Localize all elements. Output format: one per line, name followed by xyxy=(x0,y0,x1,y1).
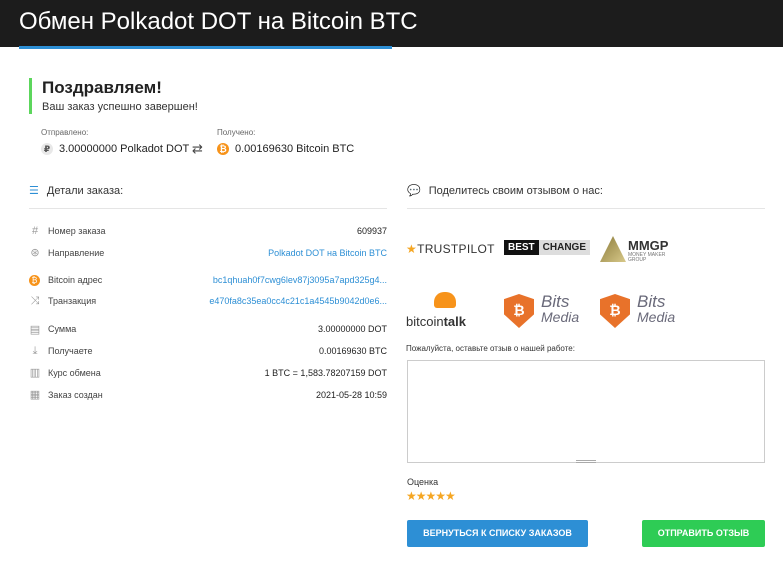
details-divider xyxy=(29,208,387,209)
row-label-bitcoin-address: Bitcoin адрес xyxy=(48,275,103,285)
success-banner: Поздравляем! Ваш заказ успешно завершен! xyxy=(29,78,198,114)
row-value-rate: 1 BTC = 1,583.78207159 DOT xyxy=(264,368,387,378)
money-icon: ▤ xyxy=(29,324,41,336)
rating-label: Оценка xyxy=(407,477,439,487)
bitcoin-icon: ₿ xyxy=(217,143,229,155)
row-value-bitcoin-address[interactable]: bc1qhuah0f7cwg6lev87j3095a7apd325g4... xyxy=(213,275,387,285)
received-label: Получено: xyxy=(217,128,256,137)
calendar-icon: ▦ xyxy=(29,389,41,401)
share-divider xyxy=(407,208,765,209)
trustpilot-star-icon: ★ xyxy=(406,242,418,256)
bitcointalk-cloud-icon xyxy=(434,292,456,308)
mmgp-label: MMGP xyxy=(628,238,669,253)
row-label-transaction: Транзакция xyxy=(48,296,97,306)
bitsmedia-shield-icon: ₿ xyxy=(504,294,534,328)
details-heading: ☰ Детали заказа: xyxy=(29,184,123,197)
success-heading: Поздравляем! xyxy=(42,78,162,97)
title-bar: Обмен Polkadot DOT на Bitcoin BTC xyxy=(0,0,783,47)
active-tab-indicator xyxy=(19,46,392,49)
chart-icon: ▥ xyxy=(29,367,41,379)
mmgp-sublabel: MONEY MAKER GROUP xyxy=(628,252,666,263)
received-value: 0.00169630 Bitcoin BTC xyxy=(235,143,355,155)
page-title: Обмен Polkadot DOT на Bitcoin BTC xyxy=(19,8,418,35)
trustpilot-logo[interactable]: ★TRUSTPILOT xyxy=(406,242,495,256)
bitsmedia-label-2: Media xyxy=(541,309,580,325)
bitsmedia-label-2: Media xyxy=(637,309,676,325)
send-review-button[interactable]: ОТПРАВИТЬ ОТЗЫВ xyxy=(642,520,765,547)
row-label-rate: Курс обмена xyxy=(48,368,101,378)
row-value-order-number: 609937 xyxy=(356,226,387,236)
row-label-direction: Направление xyxy=(48,248,105,258)
bitcoin-icon: ₿ xyxy=(29,275,40,286)
shuffle-icon: ⤨ xyxy=(30,295,40,307)
bitsmedia-shield-icon: ₿ xyxy=(600,294,630,328)
comment-icon: 💬 xyxy=(407,185,421,197)
share-title: Поделитесь своим отзывом о нас: xyxy=(428,185,603,197)
bitcointalk-label-2: talk xyxy=(443,314,466,329)
bitsmedia-logo[interactable]: ₿ Bits Media xyxy=(504,292,584,332)
feedback-label: Пожалуйста, оставьте отзыв о нашей работ… xyxy=(406,344,575,353)
row-label-created: Заказ создан xyxy=(48,390,103,400)
bitcointalk-logo[interactable]: bitcointalk xyxy=(406,292,486,332)
row-value-receive: 0.00169630 BTC xyxy=(318,346,387,356)
bitsmedia-logo-2[interactable]: ₿ Bits Media xyxy=(600,292,680,332)
bitcointalk-wordmark: bitcointalk xyxy=(406,314,466,329)
details-title: Детали заказа: xyxy=(46,185,124,197)
feedback-textarea[interactable] xyxy=(407,360,765,463)
bestchange-label-2: CHANGE xyxy=(538,240,591,255)
share-heading: 💬 Поделитесь своим отзывом о нас: xyxy=(407,184,603,197)
sent-label: Отправлено: xyxy=(41,128,89,137)
resize-grip-icon[interactable] xyxy=(576,460,596,463)
bestchange-label-1: BEST xyxy=(504,240,539,255)
list-icon: ☰ xyxy=(29,185,39,197)
download-icon: ⤓ xyxy=(32,345,38,357)
success-message: Ваш заказ успешно завершен! xyxy=(42,101,198,113)
row-value-direction[interactable]: Polkadot DOT на Bitcoin BTC xyxy=(268,248,387,258)
row-value-transaction[interactable]: e470fa8c35ea0cc4c21c1a4545b9042d0e6... xyxy=(209,296,387,306)
bestchange-logo[interactable]: BEST CHANGE xyxy=(504,240,591,255)
row-label-order-number: Номер заказа xyxy=(48,226,106,236)
row-value-amount: 3.00000000 DOT xyxy=(317,324,387,334)
row-label-amount: Сумма xyxy=(48,324,77,334)
mmgp-mark-icon xyxy=(600,236,626,262)
row-value-created: 2021-05-28 10:59 xyxy=(315,390,387,400)
swap-icon: ⇄ xyxy=(192,141,203,156)
rating-stars[interactable]: ★★★★★ xyxy=(406,489,456,503)
sent-value: 3.00000000 Polkadot DOT xyxy=(59,143,190,155)
polkadot-icon: ₽ xyxy=(41,143,53,155)
row-label-receive: Получаете xyxy=(48,346,93,356)
back-to-orders-button[interactable]: ВЕРНУТЬСЯ К СПИСКУ ЗАКАЗОВ xyxy=(407,520,588,547)
hash-icon: # xyxy=(31,225,39,237)
trustpilot-label: TRUSTPILOT xyxy=(417,242,495,256)
bitcointalk-label-1: bitcoin xyxy=(406,314,444,329)
direction-icon: ⊛ xyxy=(30,247,40,259)
